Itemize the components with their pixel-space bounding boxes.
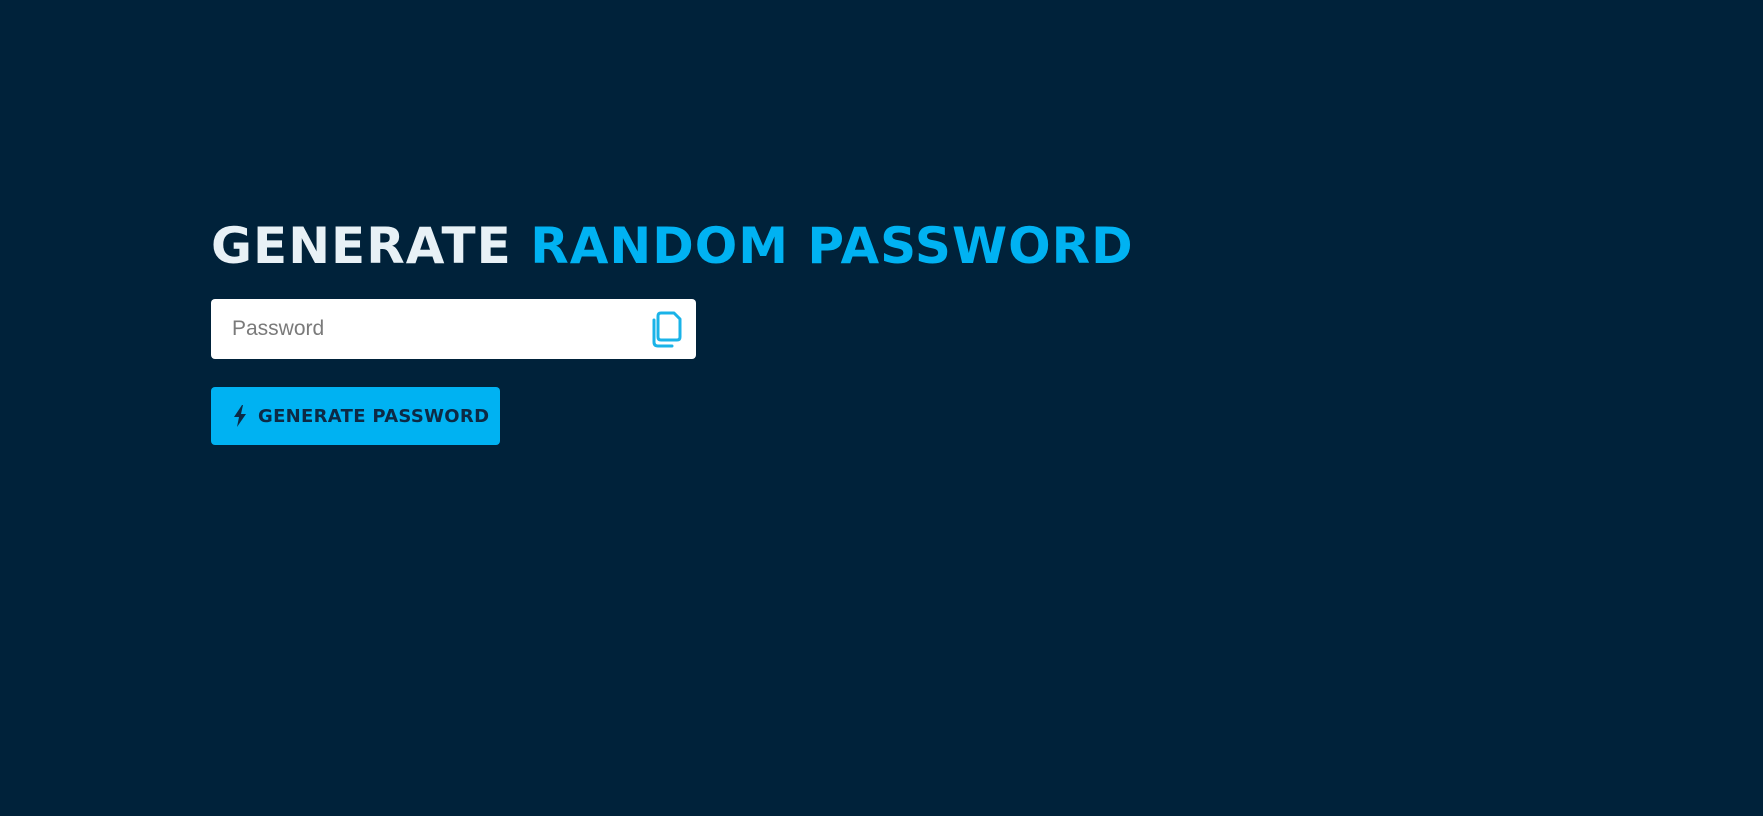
lightning-bolt-icon [234, 405, 246, 427]
title-part-generate: GENERATE [211, 217, 512, 275]
generate-password-button[interactable]: GENERATE PASSWORD [211, 387, 500, 445]
password-field-container [211, 299, 696, 359]
page-title: GENERATE RANDOM PASSWORD [211, 217, 1133, 275]
password-input[interactable] [211, 299, 631, 359]
password-generator: GENERATE RANDOM PASSWORD GENERATE PASSWO… [211, 217, 1133, 445]
generate-password-label: GENERATE PASSWORD [258, 405, 490, 427]
copy-icon [652, 311, 682, 348]
title-part-random-password: RANDOM PASSWORD [530, 217, 1134, 275]
copy-button[interactable] [648, 309, 684, 349]
